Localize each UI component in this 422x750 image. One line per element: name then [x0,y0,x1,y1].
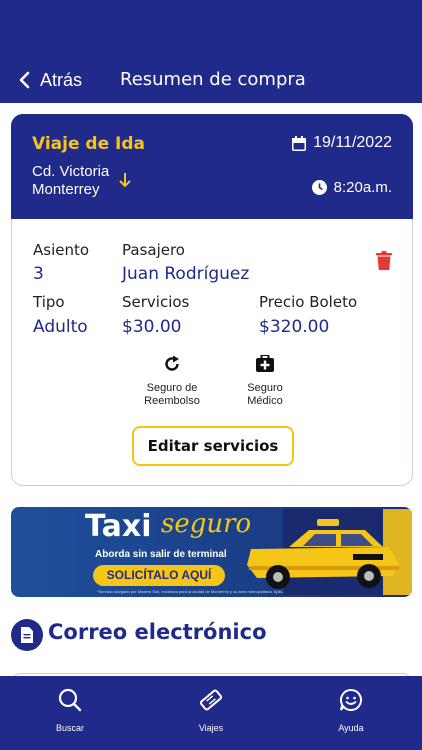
type-label: Tipo [33,293,65,311]
arrow-down-icon [119,173,131,188]
document-icon [11,619,43,651]
medical-insurance-line1: Seguro [247,382,283,394]
passenger-label: Pasajero [122,241,185,259]
back-button[interactable]: Atrás [18,66,82,94]
taxi-car-image [247,509,412,595]
seat-value: 3 [33,264,44,284]
chevron-left-icon [19,71,30,89]
trip-summary-card: Viaje de Ida Cd. Victoria Monterrey 19/1… [11,114,413,486]
medical-kit-icon [256,354,274,372]
tab-ayuda[interactable]: Ayuda [316,688,386,733]
seat-label: Asiento [33,241,90,259]
type-value: Adulto [33,317,88,337]
trip-date-value: 19/11/2022 [313,134,392,151]
refund-insurance-line1: Seguro de [146,382,198,394]
trip-destination: Monterrey [32,181,100,198]
email-section-title: Correo electrónico [48,620,267,644]
trip-card-header: Viaje de Ida Cd. Victoria Monterrey 19/1… [11,114,413,219]
edit-services-button[interactable]: Editar servicios [132,426,294,466]
banner-subtitle: Aborda sin salir de terminal [95,549,227,560]
trip-date: 19/11/2022 [292,134,392,152]
refund-insurance-line2: Reembolso [144,395,200,407]
services-value: $30.00 [122,317,182,337]
price-value: $320.00 [259,317,330,337]
tab-buscar-label: Buscar [55,723,84,733]
medical-insurance-service[interactable]: Seguro Médico [225,354,305,408]
calendar-icon [292,135,307,151]
tab-viajes[interactable]: Viajes [176,688,246,733]
passenger-value: Juan Rodríguez [122,264,250,284]
tab-buscar[interactable]: Buscar [35,688,105,733]
refund-insurance-service[interactable]: Seguro de Reembolso [132,355,212,408]
trash-icon[interactable] [376,251,392,270]
medical-insurance-line2: Médico [247,395,283,407]
back-label: Atrás [40,69,83,90]
tab-ayuda-label: Ayuda [338,723,364,733]
clock-icon [311,180,327,195]
chat-smile-icon [339,688,362,711]
banner-cta-button[interactable]: SOLICÍTALO AQUÍ [93,565,225,586]
header-bar: Atrás Resumen de compra [0,0,422,103]
tab-viajes-label: Viajes [198,723,224,733]
search-icon [58,688,82,712]
banner-brand-taxi: Taxi [85,509,152,544]
trip-type: Viaje de Ida [32,134,146,154]
services-label: Servicios [122,293,190,311]
price-label: Precio Boleto [259,293,358,311]
trip-origin: Cd. Victoria [32,163,110,180]
page-title: Resumen de compra [120,69,306,90]
taxi-seguro-banner[interactable]: Taxi seguro Aborda sin salir de terminal… [11,507,412,597]
trip-time: 8:20a.m. [311,179,392,196]
ticket-icon [199,689,223,711]
trip-time-value: 8:20a.m. [333,179,392,196]
refresh-icon [165,355,179,371]
bottom-tab-bar: Buscar Viajes Ayuda [0,676,422,750]
